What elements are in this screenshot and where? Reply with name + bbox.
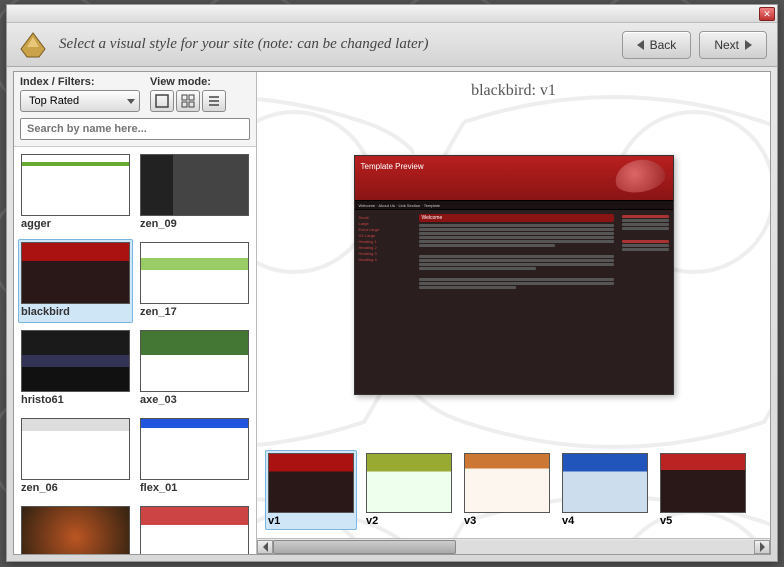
thumb-image bbox=[140, 154, 249, 216]
preview-side-item: Heading 2 bbox=[359, 245, 411, 250]
page-title: Select a visual style for your site (not… bbox=[59, 36, 614, 53]
variant-image bbox=[562, 453, 648, 513]
thumb-image bbox=[21, 154, 130, 216]
variant-label: v5 bbox=[660, 513, 746, 527]
preview-side-item: Small bbox=[359, 215, 411, 220]
arrow-left-icon bbox=[637, 40, 644, 50]
preview-side-item: Heading 1 bbox=[359, 239, 411, 244]
thumb-label: hristo61 bbox=[21, 392, 130, 408]
grid-view-icon bbox=[181, 94, 195, 108]
arrow-right-icon bbox=[745, 40, 752, 50]
variant-label: v3 bbox=[464, 513, 550, 527]
arrow-left-icon bbox=[263, 542, 268, 552]
thumb-image bbox=[140, 330, 249, 392]
scroll-track[interactable] bbox=[273, 540, 754, 554]
filter-dropdown-value: Top Rated bbox=[29, 95, 79, 107]
preview-nav: Welcome · About Us · Link Section · Temp… bbox=[355, 200, 673, 210]
dialog-window: ✕ Select a visual style for your site (n… bbox=[6, 4, 778, 562]
preview-banner-text: Template Preview bbox=[361, 162, 424, 171]
variant-label: v2 bbox=[366, 513, 452, 527]
scroll-left-button[interactable] bbox=[257, 540, 273, 554]
variant-v4[interactable]: v4 bbox=[559, 450, 651, 530]
variant-image bbox=[464, 453, 550, 513]
thumb-label: flex_01 bbox=[140, 480, 249, 496]
search-input[interactable] bbox=[20, 118, 250, 140]
chevron-down-icon bbox=[127, 99, 135, 104]
app-logo-icon bbox=[17, 29, 49, 61]
next-button-label: Next bbox=[714, 38, 739, 52]
variant-v3[interactable]: v3 bbox=[461, 450, 553, 530]
template-thumb-blackbird[interactable]: blackbird bbox=[18, 239, 133, 323]
variant-label: v4 bbox=[562, 513, 648, 527]
thumb-image bbox=[140, 506, 249, 554]
leaf-icon bbox=[612, 156, 667, 196]
preview-content: Welcome bbox=[415, 210, 618, 394]
thumb-label: zen_09 bbox=[140, 216, 249, 232]
viewmode-single-button[interactable] bbox=[150, 90, 174, 112]
filter-dropdown[interactable]: Top Rated bbox=[20, 90, 140, 112]
titlebar: ✕ bbox=[7, 5, 777, 23]
thumb-label: blackbird bbox=[21, 304, 130, 320]
preview-banner: Template Preview bbox=[355, 156, 673, 200]
template-thumb-flex_01[interactable]: flex_01 bbox=[137, 415, 252, 499]
variant-v2[interactable]: v2 bbox=[363, 450, 455, 530]
thumb-label: axe_03 bbox=[140, 392, 249, 408]
viewmode-label: View mode: bbox=[150, 76, 226, 88]
template-thumb-zen_17[interactable]: zen_17 bbox=[137, 239, 252, 323]
arrow-right-icon bbox=[760, 542, 765, 552]
preview-side-item: Heading 4 bbox=[359, 257, 411, 262]
variant-row: v1 v2 v3 v4 v5 bbox=[257, 446, 770, 538]
thumb-label: agger bbox=[21, 216, 130, 232]
template-thumb-idx8[interactable] bbox=[18, 503, 133, 554]
preview-side-item: Heading 3 bbox=[359, 251, 411, 256]
horizontal-scrollbar[interactable] bbox=[257, 538, 770, 554]
variant-image bbox=[268, 453, 354, 513]
thumb-label: zen_06 bbox=[21, 480, 130, 496]
template-thumb-axe_03[interactable]: axe_03 bbox=[137, 327, 252, 411]
template-list[interactable]: agger zen_09 blackbird zen_17 hristo61 a… bbox=[14, 146, 256, 554]
single-view-icon bbox=[155, 94, 169, 108]
thumb-image bbox=[21, 506, 130, 554]
back-button-label: Back bbox=[650, 38, 677, 52]
preview-rightcol bbox=[618, 210, 673, 394]
preview-sidebar: SmallLargeExtra LargeXX LargeHeading 1He… bbox=[355, 210, 415, 394]
preview-welcome-label: Welcome bbox=[419, 214, 614, 222]
template-thumb-agger[interactable]: agger bbox=[18, 151, 133, 235]
variant-label: v1 bbox=[268, 513, 354, 527]
thumb-image bbox=[21, 242, 130, 304]
preview-area: Template Preview Welcome · About Us · Li… bbox=[257, 104, 770, 446]
variant-v1[interactable]: v1 bbox=[265, 450, 357, 530]
scroll-thumb[interactable] bbox=[273, 540, 456, 554]
main-panel: blackbird: v1 Template Preview Welcome ·… bbox=[257, 72, 770, 554]
template-thumb-hristo61[interactable]: hristo61 bbox=[18, 327, 133, 411]
thumb-label: zen_17 bbox=[140, 304, 249, 320]
variant-v5[interactable]: v5 bbox=[657, 450, 749, 530]
preview-side-item: Large bbox=[359, 221, 411, 226]
filters-row: Index / Filters: Top Rated View mode: bbox=[14, 72, 256, 118]
variant-image bbox=[660, 453, 746, 513]
variant-image bbox=[366, 453, 452, 513]
template-thumb-zen_09[interactable]: zen_09 bbox=[137, 151, 252, 235]
filters-label: Index / Filters: bbox=[20, 76, 140, 88]
preview-side-item: XX Large bbox=[359, 233, 411, 238]
template-preview: Template Preview Welcome · About Us · Li… bbox=[354, 155, 674, 395]
next-button[interactable]: Next bbox=[699, 31, 767, 59]
thumb-image bbox=[140, 418, 249, 480]
body: Index / Filters: Top Rated View mode: bbox=[13, 71, 771, 555]
header: Select a visual style for your site (not… bbox=[7, 23, 777, 67]
thumb-image bbox=[21, 330, 130, 392]
thumb-image bbox=[21, 418, 130, 480]
viewmode-grid-button[interactable] bbox=[176, 90, 200, 112]
preview-title: blackbird: v1 bbox=[257, 72, 770, 104]
template-thumb-idx9[interactable] bbox=[137, 503, 252, 554]
list-view-icon bbox=[207, 94, 221, 108]
viewmode-list-button[interactable] bbox=[202, 90, 226, 112]
scroll-right-button[interactable] bbox=[754, 540, 770, 554]
preview-side-item: Extra Large bbox=[359, 227, 411, 232]
template-thumb-zen_06[interactable]: zen_06 bbox=[18, 415, 133, 499]
sidebar: Index / Filters: Top Rated View mode: bbox=[14, 72, 257, 554]
back-button[interactable]: Back bbox=[622, 31, 692, 59]
thumb-image bbox=[140, 242, 249, 304]
close-button[interactable]: ✕ bbox=[759, 7, 775, 21]
